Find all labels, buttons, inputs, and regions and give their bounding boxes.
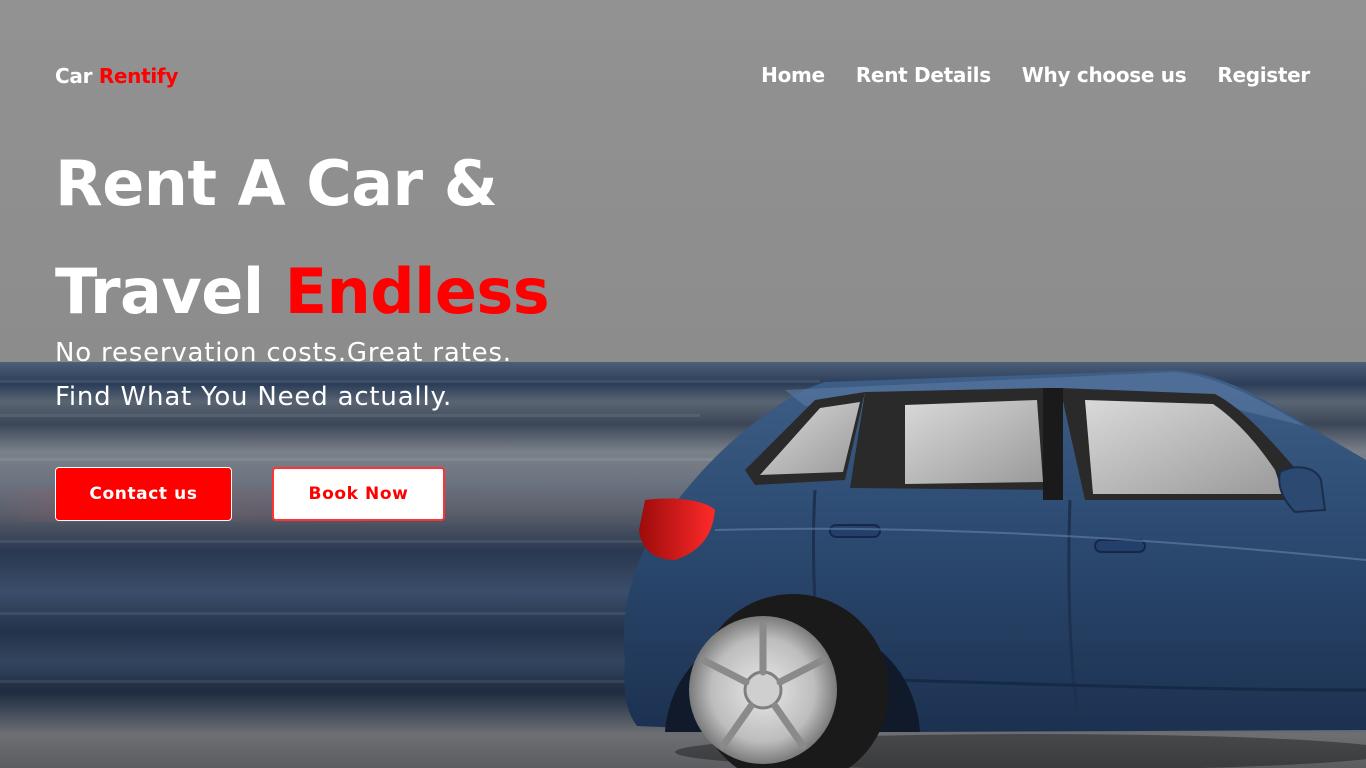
headline-line2-prefix: Travel [55, 255, 264, 328]
book-now-button[interactable]: Book Now [272, 467, 445, 521]
subtext-line1: No reservation costs.Great rates. [55, 338, 512, 368]
headline-line1: Rent A Car & [55, 147, 498, 220]
nav-link-why-choose-us[interactable]: Why choose us [1022, 63, 1187, 87]
hero-subtext: No reservation costs.Great rates. Find W… [55, 331, 512, 419]
subtext-line2: Find What You Need actually. [55, 382, 453, 412]
hero-headline: Rent A Car & Travel Endless [55, 130, 550, 346]
nav-link-register[interactable]: Register [1217, 63, 1310, 87]
nav-item-rent-details: Rent Details [856, 63, 991, 87]
logo-prefix: Car [55, 64, 93, 88]
contact-us-button[interactable]: Contact us [55, 467, 232, 521]
hero-section: Car Rentify Home Rent Details Why choose… [0, 0, 1366, 768]
headline-line2-accent: Endless [284, 255, 550, 328]
logo-accent: Rentify [98, 64, 179, 88]
main-nav: Home Rent Details Why choose us Register [761, 63, 1310, 87]
nav-link-home[interactable]: Home [761, 63, 825, 87]
car-image [623, 370, 1366, 768]
nav-link-rent-details[interactable]: Rent Details [856, 63, 991, 87]
nav-item-home: Home [761, 63, 825, 87]
nav-item-register: Register [1217, 63, 1310, 87]
nav-item-why-choose-us: Why choose us [1022, 63, 1187, 87]
site-logo[interactable]: Car Rentify [55, 64, 178, 88]
